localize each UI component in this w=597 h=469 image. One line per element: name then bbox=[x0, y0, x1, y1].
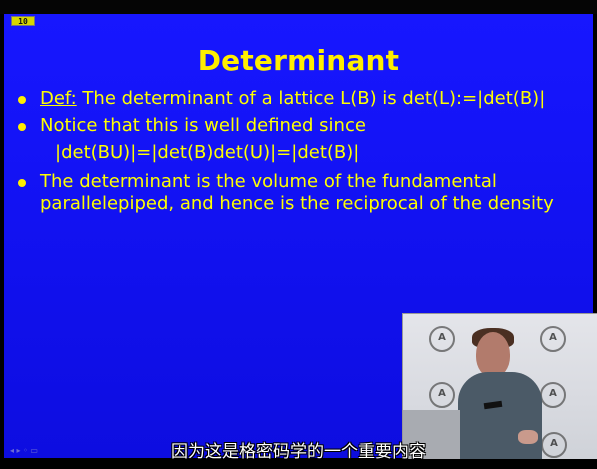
bullet-row: Def: The determinant of a lattice L(B) i… bbox=[18, 88, 588, 110]
speaker-video: A A A A A bbox=[402, 313, 597, 459]
head bbox=[476, 332, 510, 377]
slide-title: Determinant bbox=[197, 44, 400, 77]
definition-label: Def: bbox=[40, 88, 77, 109]
bullet-icon bbox=[18, 123, 26, 131]
bullet-icon bbox=[18, 96, 26, 104]
ashmolean-logo-icon: A bbox=[429, 382, 455, 408]
speaker bbox=[456, 328, 546, 459]
bullet-icon bbox=[18, 179, 26, 187]
subtitle-bar: 因为这是格密码学的一个重要内容 bbox=[0, 441, 597, 463]
top-bar bbox=[0, 0, 597, 14]
slide-bullets: Def: The determinant of a lattice L(B) i… bbox=[18, 88, 588, 220]
screen: 10 Determinant Def: The determinant of a… bbox=[0, 0, 597, 469]
subtitle-text: 因为这是格密码学的一个重要内容 bbox=[171, 442, 426, 462]
ashmolean-logo-icon: A bbox=[429, 326, 455, 352]
slide-number-icon: 10 bbox=[11, 16, 35, 26]
slide-nav-icons: ◂ ▸ ◦ ▭ bbox=[10, 446, 38, 455]
bullet-text: The determinant is the volume of the fun… bbox=[40, 171, 554, 214]
bullet-text: The determinant of a lattice L(B) is det… bbox=[76, 88, 546, 109]
bullet-row: Notice that this is well defined since bbox=[18, 115, 588, 137]
formula-line: |det(BU)|=|det(B)det(U)|=|det(B)| bbox=[55, 142, 360, 163]
bullet-text: Notice that this is well defined since bbox=[40, 115, 366, 136]
bullet-row: The determinant is the volume of the fun… bbox=[18, 171, 588, 215]
